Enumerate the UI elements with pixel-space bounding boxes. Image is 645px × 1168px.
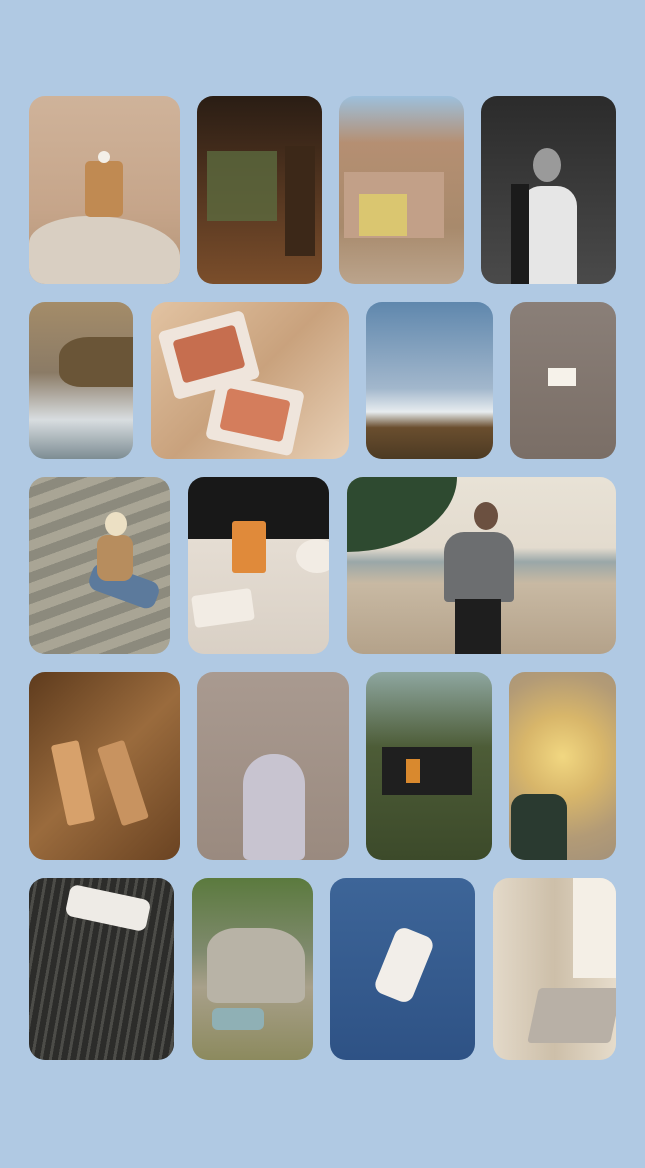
- photo-tile-bottle-blue[interactable]: [330, 878, 475, 1060]
- person-top-shape: [97, 535, 133, 581]
- car-shape: [212, 1008, 264, 1030]
- foundation-bottle-1: [50, 739, 96, 827]
- bottle-cap-shape: [98, 151, 110, 163]
- treehouse-window-shape: [406, 759, 420, 783]
- photo-tile-man-portrait-bw[interactable]: [481, 96, 616, 284]
- house-window-shape: [359, 194, 407, 236]
- photo-tile-diffuser[interactable]: [197, 672, 349, 860]
- photo-tile-ocean-waves[interactable]: [29, 302, 133, 459]
- comb-shape: [64, 883, 152, 933]
- bowl-shape: [296, 539, 329, 573]
- jacket-shape: [511, 184, 529, 284]
- head-shape: [533, 148, 561, 182]
- cliff-shape: [59, 337, 133, 387]
- bottle-white-shape: [372, 925, 436, 1005]
- photo-tile-perfume-bottle[interactable]: [29, 96, 180, 284]
- jewelry-tray-shape: [527, 988, 616, 1043]
- torso-shape: [521, 186, 577, 284]
- photo-tile-sunset-sky[interactable]: [366, 302, 493, 459]
- window-shape: [207, 151, 277, 221]
- photo-tile-cocktail-table[interactable]: [188, 477, 329, 654]
- photo-tile-dark-interior[interactable]: [197, 96, 322, 284]
- photo-tile-man-on-beach[interactable]: [347, 477, 616, 654]
- photo-tile-foundation-bottles[interactable]: [29, 672, 180, 860]
- photo-tile-treehouse[interactable]: [366, 672, 492, 860]
- plate-shape: [191, 587, 255, 629]
- man-torso-shape: [444, 532, 514, 602]
- forest-headland-shape: [347, 477, 457, 552]
- cocktail-glass-shape: [232, 521, 266, 573]
- bottle-shape: [85, 161, 123, 217]
- foundation-bottle-2: [97, 739, 149, 827]
- lamp-base-shape: [511, 794, 567, 860]
- photo-tile-lamp[interactable]: [509, 672, 616, 860]
- diffuser-shape: [243, 754, 305, 860]
- light-patch-shape: [548, 368, 576, 386]
- photo-tile-jewelry[interactable]: [493, 878, 616, 1060]
- photo-tile-woman-on-stairs[interactable]: [29, 477, 170, 654]
- treehouse-shape: [382, 747, 472, 795]
- person-head-shape: [105, 512, 127, 536]
- photo-tile-blush-palette[interactable]: [151, 302, 349, 459]
- man-legs-shape: [455, 599, 501, 654]
- man-head-shape: [474, 502, 498, 530]
- window-light-shape: [573, 878, 616, 978]
- photo-tile-car-cliff[interactable]: [192, 878, 313, 1060]
- rock-shape: [29, 216, 180, 284]
- photo-tile-comb-hair[interactable]: [29, 878, 174, 1060]
- door-shape: [285, 146, 315, 256]
- photo-tile-desert-house[interactable]: [339, 96, 464, 284]
- photo-tile-grey-wall[interactable]: [510, 302, 616, 459]
- rock-cliff-shape: [207, 928, 305, 1003]
